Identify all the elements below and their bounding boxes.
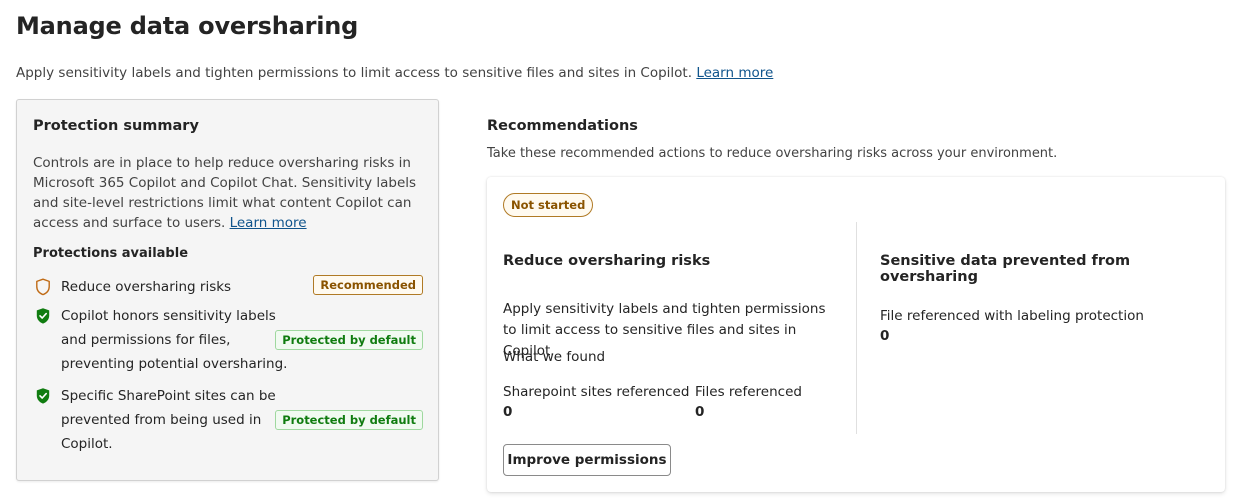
reduce-oversharing-title: Reduce oversharing risks [503, 253, 711, 269]
protected-by-default-badge: Protected by default [275, 330, 423, 350]
metric-label: File referenced with labeling protection [880, 308, 1144, 324]
protection-item-text: Reduce oversharing risks [61, 279, 232, 295]
shield-outline-icon [35, 278, 51, 296]
column-divider [856, 222, 857, 434]
protection-item-reduce-oversharing: Reduce oversharing risks Recommended [33, 275, 423, 299]
shield-check-icon [35, 307, 51, 325]
page-description-text: Apply sensitivity labels and tighten per… [16, 65, 693, 81]
page-description: Apply sensitivity labels and tighten per… [16, 65, 773, 81]
protection-summary-description: Controls are in place to help reduce ove… [33, 153, 425, 233]
metric-label: Sharepoint sites referenced [503, 384, 690, 400]
recommendations-title: Recommendations [487, 118, 638, 134]
recommended-badge: Recommended [313, 275, 423, 295]
metric-value: 0 [503, 404, 513, 420]
protection-summary-title: Protection summary [33, 118, 199, 134]
recommendation-card: Not started Reduce oversharing risks App… [487, 177, 1225, 492]
labeling-protection-metric: File referenced with labeling protection… [880, 307, 1144, 347]
protection-summary-text: Controls are in place to help reduce ove… [33, 155, 417, 231]
metric-value: 0 [880, 328, 890, 344]
protections-available-heading: Protections available [33, 246, 189, 261]
summary-learn-more-link[interactable]: Learn more [230, 215, 307, 231]
protection-item-sharepoint-sites: Specific SharePoint sites can be prevent… [33, 384, 423, 458]
files-referenced-metric: Files referenced 0 [695, 383, 802, 423]
recommendations-description: Take these recommended actions to reduce… [487, 146, 1058, 161]
metric-value: 0 [695, 404, 705, 420]
metric-label: Files referenced [695, 384, 802, 400]
page-learn-more-link[interactable]: Learn more [696, 65, 773, 81]
page-title: Manage data oversharing [16, 12, 359, 40]
what-we-found-label: What we found [503, 349, 606, 365]
protection-item-text: Specific SharePoint sites can be prevent… [61, 388, 276, 452]
protection-item-sensitivity-labels: Copilot honors sensitivity labels and pe… [33, 304, 423, 378]
shield-check-icon [35, 387, 51, 405]
status-badge: Not started [503, 193, 594, 217]
protection-item-text: Copilot honors sensitivity labels and pe… [61, 308, 288, 372]
sharepoint-sites-metric: Sharepoint sites referenced 0 [503, 383, 689, 423]
protected-by-default-badge: Protected by default [275, 410, 423, 430]
improve-permissions-button[interactable]: Improve permissions [503, 444, 671, 476]
protection-summary-card: Protection summary Controls are in place… [16, 99, 439, 481]
sensitive-data-title: Sensitive data prevented from oversharin… [880, 253, 1131, 285]
